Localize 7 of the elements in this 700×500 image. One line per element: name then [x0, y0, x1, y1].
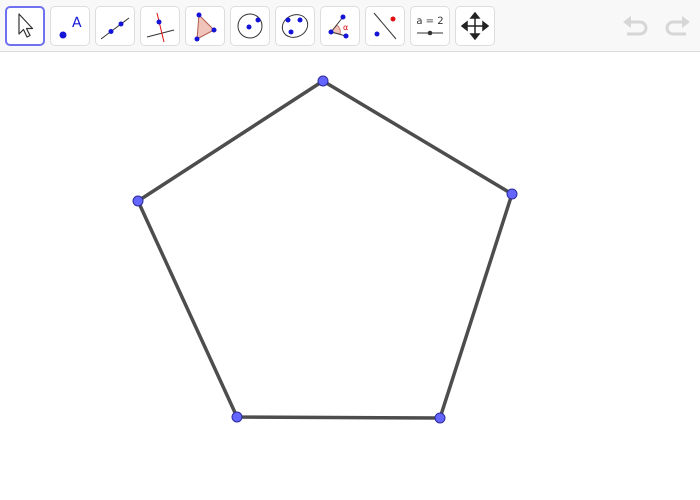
move-arrows-icon: [459, 10, 491, 42]
vertex-point[interactable]: [132, 196, 144, 206]
vertex-point[interactable]: [506, 188, 518, 200]
vertex-point[interactable]: [318, 76, 328, 86]
vertex-point[interactable]: [232, 412, 242, 422]
vertex-point[interactable]: [434, 412, 446, 424]
tool-button[interactable]: [5, 6, 45, 46]
